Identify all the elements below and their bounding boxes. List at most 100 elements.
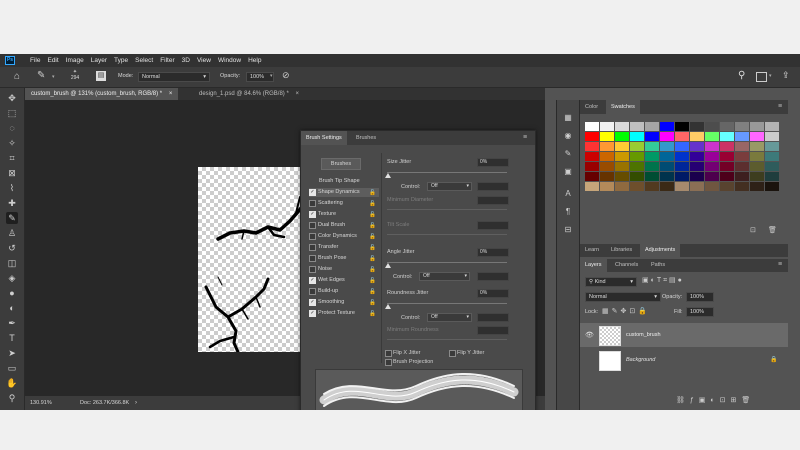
- marquee-tool-icon[interactable]: ⬚: [6, 107, 18, 119]
- color-swatch[interactable]: [765, 152, 779, 161]
- brush-preset-picker[interactable]: ✦ 294: [68, 69, 82, 84]
- color-swatch[interactable]: [690, 152, 704, 161]
- color-swatch[interactable]: [645, 162, 659, 171]
- glyphs-panel-icon[interactable]: ⊟: [562, 224, 574, 236]
- color-swatch[interactable]: [765, 142, 779, 151]
- slider-thumb[interactable]: [385, 173, 391, 178]
- flip-x-checkbox[interactable]: [385, 350, 392, 357]
- brush-option-dual-brush[interactable]: Dual Brush 🔓: [309, 221, 379, 230]
- clone-stamp-tool-icon[interactable]: ♙: [6, 227, 18, 239]
- color-swatch[interactable]: [645, 142, 659, 151]
- color-swatch[interactable]: [765, 122, 779, 131]
- color-swatch[interactable]: [675, 152, 689, 161]
- path-selection-tool-icon[interactable]: ➤: [6, 347, 18, 359]
- color-swatch[interactable]: [735, 142, 749, 151]
- history-brush-tool-icon[interactable]: ↺: [6, 242, 18, 254]
- color-swatch[interactable]: [690, 122, 704, 131]
- paint-bucket-tool-icon[interactable]: ◈: [6, 272, 18, 284]
- paragraph-panel-icon[interactable]: ¶: [562, 206, 574, 218]
- color-swatch[interactable]: [750, 162, 764, 171]
- menu-item-window[interactable]: Window: [218, 57, 241, 64]
- layer-actions-bar[interactable]: ⛓ƒ▣◐⊡⊞🗑: [676, 396, 755, 404]
- color-swatch[interactable]: [675, 122, 689, 131]
- roundness-jitter-value[interactable]: 0%: [477, 289, 509, 298]
- menu-item-3d[interactable]: 3D: [182, 57, 190, 64]
- color-swatch[interactable]: [630, 152, 644, 161]
- color-swatch[interactable]: [600, 172, 614, 181]
- color-swatch[interactable]: [750, 132, 764, 141]
- menu-item-image[interactable]: Image: [66, 57, 84, 64]
- chevron-down-icon[interactable]: ▾: [769, 73, 772, 79]
- color-swatch[interactable]: [750, 122, 764, 131]
- tab-learn[interactable]: Learn: [580, 244, 604, 257]
- menu-item-file[interactable]: File: [30, 57, 40, 64]
- color-swatch[interactable]: [615, 132, 629, 141]
- color-swatch[interactable]: [615, 162, 629, 171]
- color-swatch[interactable]: [630, 122, 644, 131]
- color-swatch[interactable]: [645, 172, 659, 181]
- home-icon[interactable]: ⌂: [14, 71, 20, 82]
- lock-icon[interactable]: 🔓: [369, 189, 376, 198]
- blend-mode-select[interactable]: Normal ▾: [585, 292, 661, 302]
- color-swatch[interactable]: [585, 172, 599, 181]
- color-swatch[interactable]: [750, 172, 764, 181]
- menu-item-filter[interactable]: Filter: [160, 57, 174, 64]
- brush-option-color-dynamics[interactable]: Color Dynamics 🔓: [309, 232, 379, 241]
- color-swatch[interactable]: [630, 142, 644, 151]
- layer-filter-icons[interactable]: ▣◐T⌗▤●: [642, 276, 684, 285]
- checkbox[interactable]: [309, 222, 316, 229]
- crop-tool-icon[interactable]: ⌗: [6, 152, 18, 164]
- checkbox[interactable]: ✓: [309, 277, 316, 284]
- color-swatch[interactable]: [720, 132, 734, 141]
- slider-thumb[interactable]: [385, 263, 391, 268]
- brush-option-protect-texture[interactable]: ✓ Protect Texture 🔓: [309, 309, 379, 318]
- size-jitter-value[interactable]: 0%: [477, 158, 509, 167]
- color-swatch[interactable]: [750, 152, 764, 161]
- tab-custom-brush[interactable]: custom_brush @ 131% (custom_brush, RGB/8…: [25, 88, 179, 100]
- brush-option-noise[interactable]: Noise 🔓: [309, 265, 379, 274]
- color-swatch[interactable]: [585, 122, 599, 131]
- close-icon[interactable]: ×: [169, 91, 173, 97]
- tab-swatches[interactable]: Swatches: [606, 100, 640, 114]
- color-swatch[interactable]: [705, 132, 719, 141]
- color-swatch[interactable]: [675, 162, 689, 171]
- color-swatch[interactable]: [630, 132, 644, 141]
- zoom-tool-icon[interactable]: ⚲: [6, 392, 18, 404]
- color-swatch[interactable]: [720, 142, 734, 151]
- menu-item-type[interactable]: Type: [114, 57, 128, 64]
- color-swatch[interactable]: [660, 162, 674, 171]
- panel-menu-icon[interactable]: ≡: [778, 103, 782, 110]
- color-swatch[interactable]: [690, 172, 704, 181]
- dodge-tool-icon[interactable]: ◐: [6, 302, 18, 314]
- color-swatch[interactable]: [720, 122, 734, 131]
- color-swatch[interactable]: [765, 132, 779, 141]
- close-icon[interactable]: ×: [295, 91, 299, 97]
- layer-name[interactable]: Background: [626, 357, 655, 363]
- color-swatch[interactable]: [705, 142, 719, 151]
- color-swatch[interactable]: [735, 132, 749, 141]
- slider-thumb[interactable]: [385, 304, 391, 309]
- color-swatch[interactable]: [720, 162, 734, 171]
- color-swatch[interactable]: [675, 132, 689, 141]
- lock-icon[interactable]: 🔓: [369, 211, 376, 220]
- brush-projection-checkbox[interactable]: [385, 359, 392, 366]
- color-swatch[interactable]: [735, 182, 749, 191]
- color-swatch[interactable]: [600, 132, 614, 141]
- brush-tool-icon[interactable]: ✎: [37, 70, 45, 81]
- angle-control-select[interactable]: Off ▾: [419, 272, 470, 281]
- character-panel-icon[interactable]: A: [562, 188, 574, 200]
- color-swatch[interactable]: [705, 152, 719, 161]
- color-swatch[interactable]: [660, 172, 674, 181]
- chevron-down-icon[interactable]: ▾: [52, 74, 55, 80]
- angle-jitter-slider[interactable]: [387, 262, 507, 263]
- eyedropper-tool-icon[interactable]: ⌇: [6, 182, 18, 194]
- color-swatch[interactable]: [615, 122, 629, 131]
- brush-option-shape-dynamics[interactable]: ✓ Shape Dynamics 🔓: [309, 188, 379, 197]
- checkbox[interactable]: ✓: [309, 310, 316, 317]
- layer-row-custom-brush[interactable]: 👁 custom_brush: [580, 323, 788, 347]
- roundness-jitter-slider[interactable]: [387, 303, 507, 304]
- lock-icon[interactable]: 🔓: [369, 244, 376, 253]
- menu-item-help[interactable]: Help: [248, 57, 261, 64]
- brushes-button[interactable]: Brushes: [321, 158, 361, 170]
- color-swatch[interactable]: [765, 162, 779, 171]
